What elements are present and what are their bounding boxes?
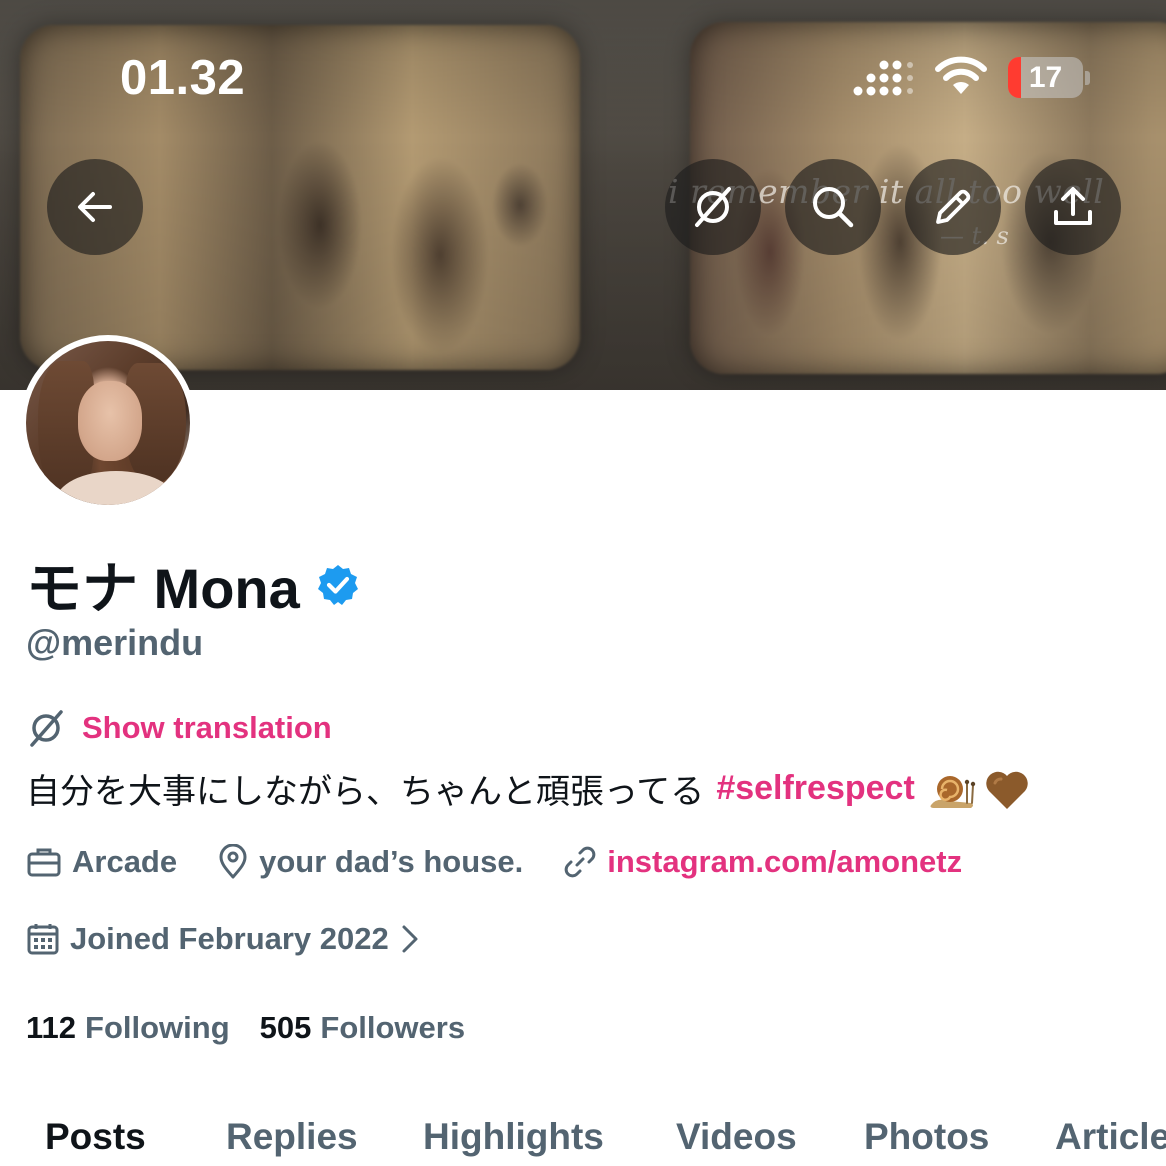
tab-replies[interactable]: Replies [226, 1116, 358, 1158]
snail-emoji [930, 775, 975, 808]
battery-icon: 17 [1008, 57, 1083, 98]
tab-videos[interactable]: Videos [676, 1116, 797, 1158]
profile-meta-row: Arcade your dad’s house. instagram.com/a… [26, 844, 1002, 880]
profile-bio: 自分を大事にしながら、ちゃんと頑張ってる #selfrespect [26, 764, 1031, 813]
calendar-icon [27, 924, 59, 955]
translate-toggle-button[interactable] [665, 159, 761, 255]
location-pin-icon [219, 844, 247, 879]
search-icon [813, 187, 854, 228]
verified-badge-icon[interactable] [316, 563, 360, 607]
followers-count: 505 [259, 1010, 312, 1045]
share-icon [1054, 187, 1092, 225]
display-name-text: モナ Mona [26, 557, 300, 620]
profile-handle: @merindu [26, 622, 204, 663]
chevron-right-icon [402, 925, 418, 953]
display-name: モナ Mona [26, 544, 360, 625]
battery-level: 17 [1028, 61, 1063, 94]
briefcase-icon [27, 848, 61, 877]
edit-button[interactable] [905, 159, 1001, 255]
bio-hashtag-link[interactable]: #selfrespect [716, 769, 914, 808]
signal-icon [853, 60, 913, 96]
location-label: your dad’s house. [259, 844, 524, 879]
back-button[interactable] [47, 159, 143, 255]
following-count: 112 [26, 1010, 77, 1045]
profile-category: Arcade [26, 844, 177, 880]
show-translation-link[interactable]: Show translation [82, 710, 332, 746]
tab-posts[interactable]: Posts [45, 1116, 146, 1158]
search-button[interactable] [785, 159, 881, 255]
tab-photos[interactable]: Photos [864, 1116, 989, 1158]
arrow-left-icon [78, 192, 112, 222]
bio-text: 自分を大事にしながら、ちゃんと頑張ってる [26, 773, 705, 811]
following-label: Following [85, 1010, 230, 1045]
brown-heart-emoji [986, 771, 1028, 809]
wifi-icon [935, 56, 987, 94]
bio-emojis [927, 767, 1031, 811]
profile-avatar[interactable] [20, 335, 196, 511]
translate-slash-icon [695, 187, 731, 227]
followers-label: Followers [320, 1010, 466, 1045]
translate-slash-icon [30, 710, 63, 747]
status-time: 01.32 [120, 51, 246, 105]
share-button[interactable] [1025, 159, 1121, 255]
profile-tabs: Posts Replies Highlights Videos Photos A… [0, 1110, 1166, 1166]
profile-location: your dad’s house. [217, 844, 523, 880]
link-icon [564, 846, 596, 878]
profile-website[interactable]: instagram.com/amonetz [563, 844, 962, 880]
tab-highlights[interactable]: Highlights [423, 1116, 604, 1158]
category-label: Arcade [72, 844, 178, 879]
follow-stats: 112 Following 505 Followers [26, 1010, 495, 1046]
joined-date-row[interactable]: Joined February 2022 [26, 921, 419, 957]
website-link[interactable]: instagram.com/amonetz [607, 844, 962, 880]
tab-articles[interactable]: Articles [1055, 1116, 1166, 1158]
show-translation-row[interactable]: Show translation [26, 708, 332, 748]
following-stat[interactable]: 112 Following [26, 1010, 230, 1046]
pencil-icon [936, 189, 971, 224]
avatar-photo [26, 341, 190, 505]
joined-date: Joined February 2022 [70, 921, 389, 956]
followers-stat[interactable]: 505 Followers [260, 1010, 465, 1046]
